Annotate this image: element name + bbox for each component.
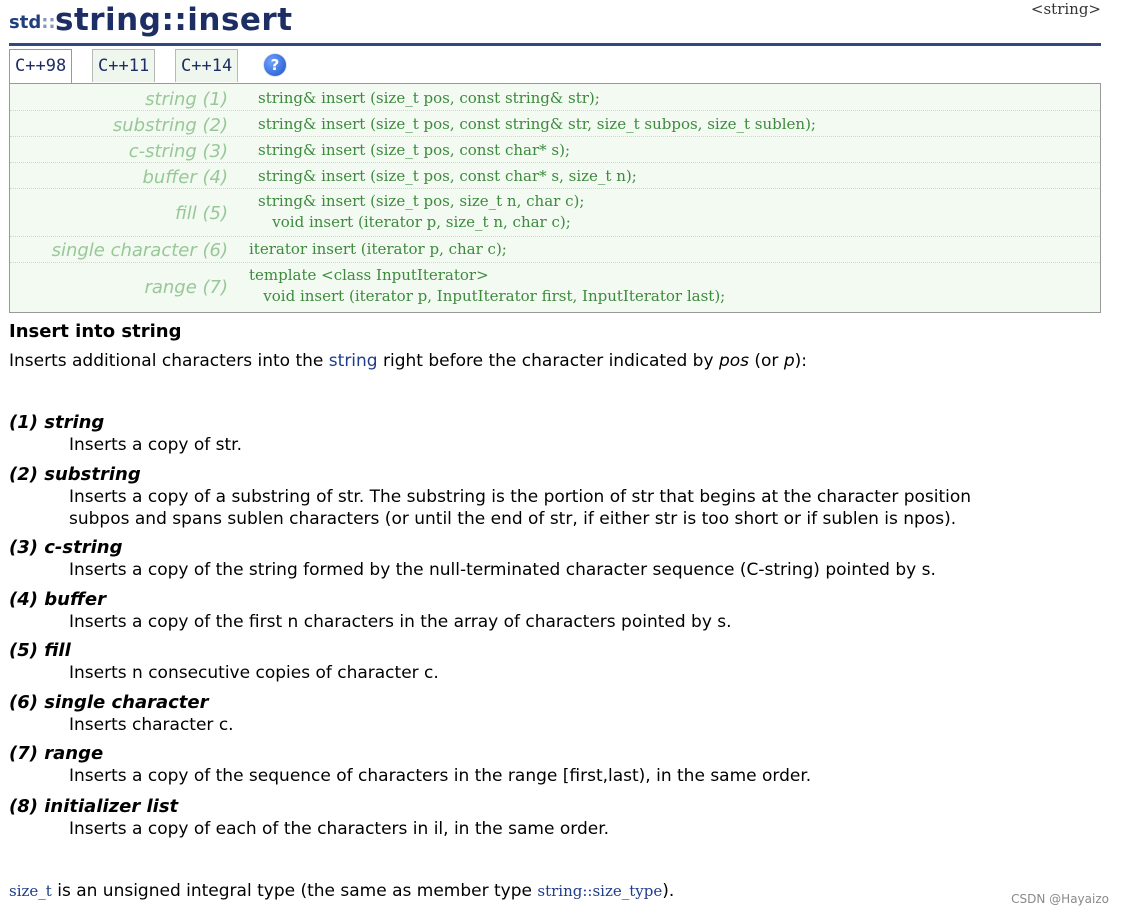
prototype-row: fill (5) string& insert (size_t pos, siz… (10, 188, 1100, 237)
prototype-code: string& insert (size_t pos, size_t n, ch… (258, 192, 585, 231)
help-icon[interactable]: ? (264, 54, 286, 76)
prototype-label: substring (2) (112, 115, 228, 136)
intro-paragraph: Inserts additional characters into the s… (9, 351, 808, 371)
prototype-label: fill (5) (175, 203, 228, 224)
item-description: Inserts a copy of the string formed by t… (69, 560, 936, 580)
item-title: (5) fill (9, 640, 71, 661)
prototype-row: string (1) string& insert (size_t pos, c… (10, 84, 1100, 111)
prototype-code: template <class InputIterator> void inse… (249, 266, 726, 305)
watermark: CSDN @Hayaizo (1011, 892, 1109, 906)
item-title: (3) c-string (9, 537, 123, 558)
prototype-row: single character (6) iterator insert (it… (10, 236, 1100, 263)
item-description: Inserts a copy of the first n characters… (69, 612, 732, 632)
prototype-row: c-string (3) string& insert (size_t pos,… (10, 136, 1100, 163)
prototype-label: buffer (4) (142, 167, 228, 188)
size-type-link[interactable]: string::size_type (537, 882, 662, 900)
prototypes-table: string (1) string& insert (size_t pos, c… (9, 83, 1101, 313)
prototype-row: buffer (4) string& insert (size_t pos, c… (10, 162, 1100, 189)
item-description: Inserts character c. (69, 715, 234, 735)
footer-note: size_t is an unsigned integral type (the… (9, 881, 675, 901)
item-description: Inserts a copy of str. (69, 435, 242, 455)
item-title: (7) range (9, 743, 104, 764)
title-divider (9, 43, 1101, 46)
namespace-label: std:: (9, 12, 56, 33)
prototype-label: string (1) (145, 89, 228, 110)
prototype-code: iterator insert (iterator p, char c); (249, 240, 507, 258)
item-title: (8) initializer list (9, 796, 179, 817)
item-title: (4) buffer (9, 589, 107, 610)
item-title: (1) string (9, 412, 105, 433)
item-description: Inserts a copy of a substring of str. Th… (69, 487, 972, 507)
prototype-code: string& insert (size_t pos, const char* … (258, 167, 637, 185)
item-description: subpos and spans sublen characters (or u… (69, 509, 957, 529)
prototype-label: single character (6) (51, 240, 228, 261)
prototype-row: substring (2) string& insert (size_t pos… (10, 110, 1100, 137)
item-description: Inserts a copy of each of the characters… (69, 819, 610, 839)
version-tabs: C++98 C++11 C++14 ? (9, 49, 1101, 84)
item-description: Inserts a copy of the sequence of charac… (69, 766, 812, 786)
item-description: Inserts n consecutive copies of characte… (69, 663, 439, 683)
page-header: std:: string::insert <string> (9, 0, 1101, 44)
tab-cpp14[interactable]: C++14 (175, 49, 239, 82)
string-link[interactable]: string (329, 351, 378, 371)
prototype-code: string& insert (size_t pos, const string… (258, 89, 600, 107)
prototype-label: c-string (3) (128, 141, 228, 162)
tab-cpp11[interactable]: C++11 (92, 49, 156, 82)
size-t-link[interactable]: size_t (9, 882, 52, 900)
prototype-code: string& insert (size_t pos, const string… (258, 115, 816, 133)
prototype-label: range (7) (144, 277, 228, 298)
item-title: (6) single character (9, 692, 209, 713)
item-title: (2) substring (9, 464, 141, 485)
prototype-code: string& insert (size_t pos, const char* … (258, 141, 570, 159)
page-title: string::insert (55, 2, 293, 38)
tab-cpp98[interactable]: C++98 (9, 49, 73, 84)
prototype-row: range (7) template <class InputIterator>… (10, 262, 1100, 312)
section-heading: Insert into string (9, 321, 182, 342)
header-file-link[interactable]: <string> (1031, 0, 1101, 18)
